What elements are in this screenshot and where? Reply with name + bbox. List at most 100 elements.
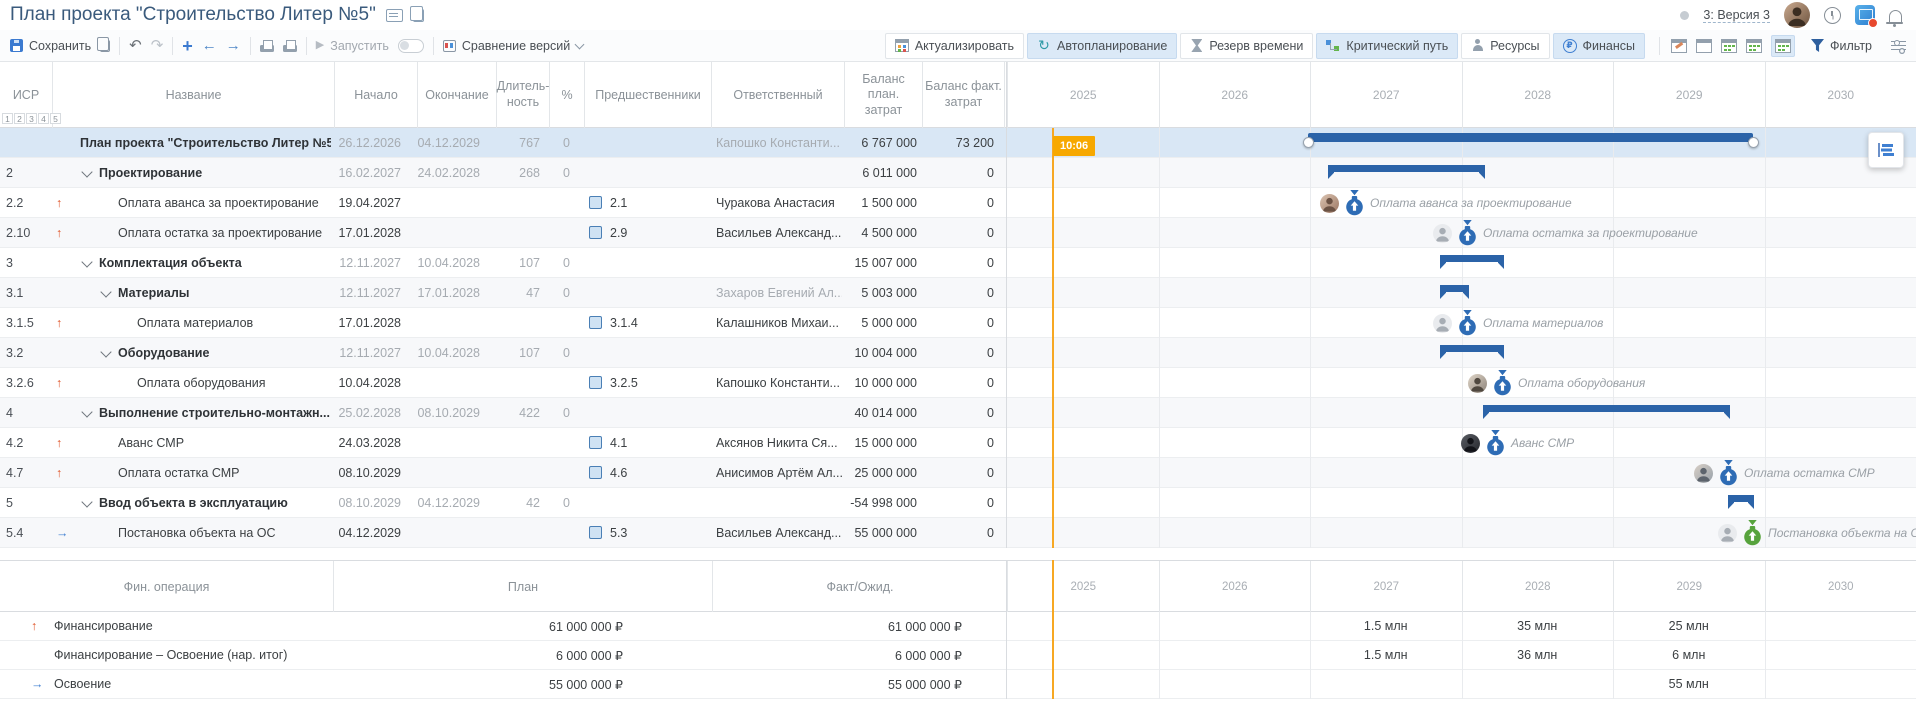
view-switcher xyxy=(1657,35,1795,57)
user-avatar[interactable] xyxy=(1784,2,1810,28)
end-date-cell: 17.01.2028 xyxy=(418,278,480,307)
finance-row[interactable]: →Освоение55 000 000 ₽55 000 000 ₽55 млн xyxy=(0,670,1916,699)
view-calendar-icon[interactable] xyxy=(1696,39,1712,53)
milestone-checkbox[interactable] xyxy=(589,376,602,389)
duration-cell xyxy=(497,458,540,487)
task-table-body: План проекта "Строительство Литер №5"26.… xyxy=(0,128,1916,548)
table-row[interactable]: План проекта "Строительство Литер №5"26.… xyxy=(0,128,1916,158)
table-row[interactable]: 4Выполнение строительно-монтажн...25.02.… xyxy=(0,398,1916,428)
collapse-chevron-icon[interactable] xyxy=(81,496,92,507)
settings-sliders-icon[interactable] xyxy=(1891,40,1906,52)
version-selector[interactable]: 3: Версия 3 xyxy=(1703,8,1770,23)
table-row[interactable]: 5.4→Постановка объекта на ОС04.12.20295.… xyxy=(0,518,1916,548)
task-name: Оборудование xyxy=(118,338,209,367)
toolbar-autoplan-button[interactable]: ↻Автопланирование xyxy=(1027,33,1177,59)
milestone-checkbox[interactable] xyxy=(589,316,602,329)
col-header-percent[interactable]: % xyxy=(550,62,585,128)
responsible-cell: Чуракова Анастасия xyxy=(716,188,842,217)
run-toggle[interactable] xyxy=(398,39,424,53)
milestone-checkbox[interactable] xyxy=(589,196,602,209)
filter-funnel-icon xyxy=(1811,39,1824,52)
fin-col-fact[interactable]: Факт/Ожид. xyxy=(713,561,1007,613)
planner-app-icon[interactable] xyxy=(1855,5,1875,25)
col-header-plan-balance[interactable]: Баланс план. затрат xyxy=(845,62,923,128)
col-header-duration[interactable]: Длитель- ность xyxy=(497,62,550,128)
table-row[interactable]: 4.7↑Оплата остатка СМР08.10.20294.6Аниси… xyxy=(0,458,1916,488)
fin-col-operation[interactable]: Фин. операция xyxy=(0,561,334,613)
collapse-chevron-icon[interactable] xyxy=(100,286,111,297)
toolbar-actualize-button[interactable]: Актуализировать xyxy=(885,33,1024,59)
undo-button[interactable]: ↶ xyxy=(129,38,142,53)
milestone-checkbox[interactable] xyxy=(589,526,602,539)
collapse-chevron-icon[interactable] xyxy=(81,166,92,177)
collapse-chevron-icon[interactable] xyxy=(81,256,92,267)
history-clock-icon[interactable] xyxy=(1824,7,1841,24)
reserve-icon xyxy=(1191,39,1202,52)
table-header: ИСР12345 Название Начало Окончание Длите… xyxy=(0,62,1916,128)
view-edit-icon[interactable] xyxy=(1671,39,1687,53)
table-row[interactable]: 2Проектирование16.02.202724.02.202826806… xyxy=(0,158,1916,188)
col-header-start[interactable]: Начало xyxy=(335,62,418,128)
filter-button[interactable]: Фильтр xyxy=(1811,39,1872,53)
col-header-fact-balance[interactable]: Баланс факт. затрат xyxy=(923,62,1005,128)
outdent-button[interactable]: ← xyxy=(202,38,217,53)
add-task-button[interactable]: + xyxy=(182,37,193,55)
start-date-cell: 08.10.2029 xyxy=(335,458,401,487)
priority-up-icon: ↑ xyxy=(56,428,72,457)
table-row[interactable]: 3.2.6↑Оплата оборудования10.04.20283.2.5… xyxy=(0,368,1916,398)
fin-col-plan[interactable]: План xyxy=(334,561,713,613)
view-calendar-month-icon[interactable] xyxy=(1746,39,1762,53)
redo-button[interactable]: ↷ xyxy=(151,38,164,53)
end-date-cell xyxy=(418,188,480,217)
duplicate-button[interactable] xyxy=(100,40,110,52)
fin-year-value: 6 млн xyxy=(1613,641,1765,669)
col-header-responsible[interactable]: Ответственный xyxy=(712,62,845,128)
task-card-icon[interactable] xyxy=(386,9,403,22)
open-panel-button[interactable] xyxy=(1868,132,1904,168)
notifications-bell-icon[interactable] xyxy=(1889,10,1902,22)
col-header-predecessors[interactable]: Предшественники xyxy=(585,62,712,128)
indent-button[interactable]: → xyxy=(226,38,241,53)
wbs-level-3-button[interactable]: 3 xyxy=(26,113,37,124)
table-row[interactable]: 4.2↑Аванс СМР24.03.20284.1Аксянов Никита… xyxy=(0,428,1916,458)
table-row[interactable]: 3Комплектация объекта12.11.202710.04.202… xyxy=(0,248,1916,278)
view-calendar-week-icon[interactable] xyxy=(1721,39,1737,53)
end-date-cell: 04.12.2029 xyxy=(418,128,480,157)
percent-cell xyxy=(563,428,583,457)
save-button[interactable]: Сохранить xyxy=(10,39,91,53)
year-label-2026: 2026 xyxy=(1159,62,1311,128)
wbs-level-1-button[interactable]: 1 xyxy=(2,113,13,124)
toolbar-reserve-button[interactable]: Резерв времени xyxy=(1180,33,1313,59)
milestone-checkbox[interactable] xyxy=(589,466,602,479)
run-button[interactable]: ▶Запустить xyxy=(316,39,389,53)
milestone-checkbox[interactable] xyxy=(589,436,602,449)
collapse-chevron-icon[interactable] xyxy=(81,406,92,417)
copy-plan-icon[interactable] xyxy=(413,9,424,22)
print-button[interactable] xyxy=(260,40,274,52)
compare-versions-button[interactable]: Сравнение версий xyxy=(443,39,583,53)
year-label-2028: 2028 xyxy=(1462,561,1614,613)
table-row[interactable]: 3.1Материалы12.11.202717.01.2028470Захар… xyxy=(0,278,1916,308)
table-row[interactable]: 2.2↑Оплата аванса за проектирование19.04… xyxy=(0,188,1916,218)
view-gantt-active[interactable] xyxy=(1771,35,1795,57)
finance-row[interactable]: Финансирование – Освоение (нар. итог)6 0… xyxy=(0,641,1916,670)
toolbar-critpath-button[interactable]: Критический путь xyxy=(1316,33,1458,59)
col-header-name[interactable]: Название xyxy=(53,62,335,128)
milestone-checkbox[interactable] xyxy=(589,226,602,239)
table-row[interactable]: 3.2Оборудование12.11.202710.04.202810701… xyxy=(0,338,1916,368)
print-preview-button[interactable] xyxy=(283,40,297,52)
table-row[interactable]: 5Ввод объекта в эксплуатацию08.10.202904… xyxy=(0,488,1916,518)
toolbar-resources-button[interactable]: Ресурсы xyxy=(1461,33,1549,59)
col-header-end[interactable]: Окончание xyxy=(418,62,497,128)
toolbar-finance-button[interactable]: ₽Финансы xyxy=(1553,33,1645,59)
wbs-level-4-button[interactable]: 4 xyxy=(38,113,49,124)
finance-row[interactable]: ↑Финансирование61 000 000 ₽61 000 000 ₽1… xyxy=(0,612,1916,641)
collapse-chevron-icon[interactable] xyxy=(100,346,111,357)
fact-balance-cell: 0 xyxy=(923,488,994,517)
table-row[interactable]: 3.1.5↑Оплата материалов17.01.20283.1.4Ка… xyxy=(0,308,1916,338)
col-header-wbs[interactable]: ИСР12345 xyxy=(0,62,53,128)
wbs-level-2-button[interactable]: 2 xyxy=(14,113,25,124)
responsible-cell: Капошко Константи... xyxy=(716,368,842,397)
percent-cell xyxy=(563,518,583,547)
table-row[interactable]: 2.10↑Оплата остатка за проектирование17.… xyxy=(0,218,1916,248)
